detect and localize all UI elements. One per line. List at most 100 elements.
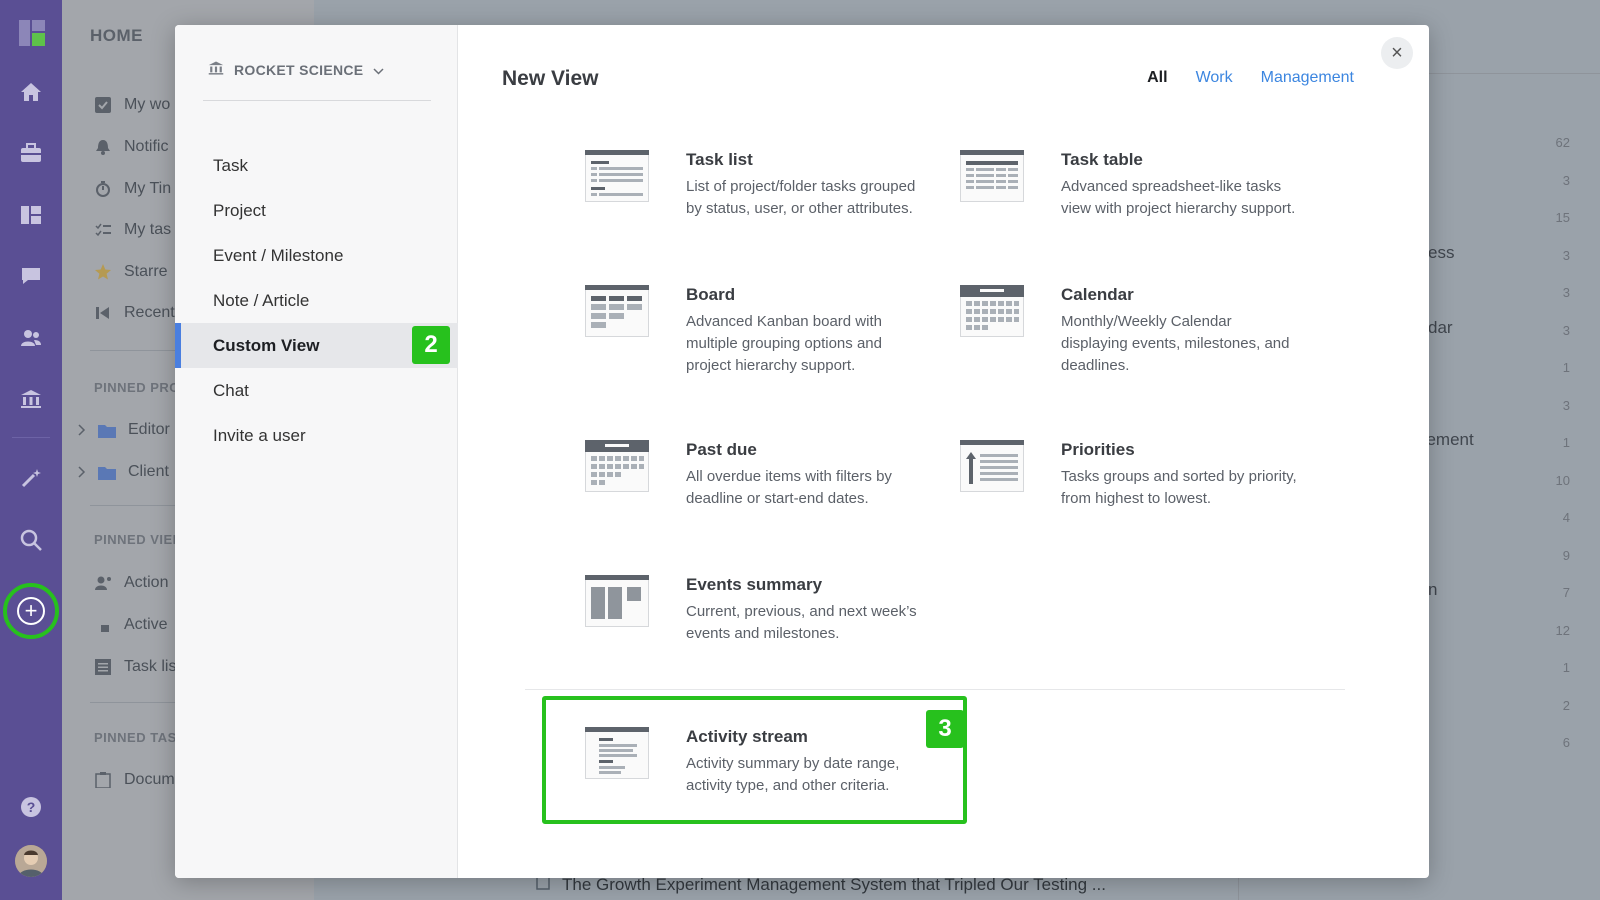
recent-icon: [94, 304, 112, 322]
view-card-task-list[interactable]: Task list List of project/folder tasks g…: [585, 150, 945, 260]
view-card-board[interactable]: Board Advanced Kanban board with multipl…: [585, 285, 945, 395]
sidebar-task-document[interactable]: Docum: [94, 768, 175, 792]
bank-icon: [208, 60, 224, 79]
view-card-events-summary[interactable]: Events summary Current, previous, and ne…: [585, 575, 945, 685]
home-icon[interactable]: [19, 80, 43, 104]
filter-all[interactable]: All: [1147, 69, 1167, 87]
sidebar-item-starred[interactable]: Starre: [94, 260, 168, 284]
view-card-description: All overdue items with filters by deadli…: [686, 468, 892, 507]
row-text-fragment: n: [1428, 580, 1438, 599]
sidebar-item-label: Recent: [124, 304, 175, 321]
view-card-description: Advanced Kanban board with multiple grou…: [686, 313, 882, 374]
menu-item-invite-user[interactable]: Invite a user: [175, 413, 458, 458]
workspace-selector[interactable]: ROCKET SCIENCE: [208, 60, 384, 79]
folder-icon: [98, 463, 116, 481]
view-card-past-due[interactable]: Past due All overdue items with filters …: [585, 440, 945, 550]
step-badge-3: 3: [926, 710, 964, 748]
sidebar-item-recent[interactable]: Recent: [94, 301, 175, 325]
briefcase-icon[interactable]: [19, 141, 43, 165]
search-icon[interactable]: [19, 528, 43, 552]
activity-stream-highlight: [542, 696, 967, 824]
sidebar-view-task-list[interactable]: Task lis: [94, 655, 176, 679]
bell-icon: [94, 138, 112, 156]
chat-icon[interactable]: [19, 264, 43, 288]
item-count: 3: [1562, 398, 1570, 413]
new-item-modal: ROCKET SCIENCE Task Project Event / Mile…: [175, 25, 1429, 878]
sidebar-item-notifications[interactable]: Notific: [94, 135, 168, 159]
view-card-description: Monthly/Weekly Calendar displaying event…: [1061, 313, 1290, 374]
rail-divider: [12, 437, 50, 438]
step-badge-2: 2: [412, 326, 450, 364]
item-count: 15: [1555, 210, 1570, 225]
sidebar-item-my-work[interactable]: My wo: [94, 93, 170, 117]
row-text-fragment: ess: [1428, 243, 1455, 262]
task-list-icon: [585, 150, 649, 202]
sidebar-item-label: My wo: [124, 96, 171, 113]
workspace-name: ROCKET SCIENCE: [234, 61, 364, 78]
active-icon: [94, 616, 112, 634]
star-icon: [94, 263, 112, 281]
view-card-title: Past due: [686, 440, 757, 459]
item-count: 1: [1562, 360, 1570, 375]
priorities-icon: [960, 440, 1024, 492]
help-icon[interactable]: ?: [19, 795, 43, 819]
item-count: 6: [1562, 735, 1570, 750]
users-icon[interactable]: [19, 326, 43, 350]
sidebar-view-active[interactable]: Active: [94, 613, 168, 637]
close-button[interactable]: ×: [1381, 37, 1413, 69]
view-card-title: Events summary: [686, 575, 823, 594]
plus-icon: +: [17, 597, 45, 625]
folder-icon: [98, 421, 116, 439]
sidebar-item-my-tasks[interactable]: My tas: [94, 218, 171, 242]
calendar-icon: [960, 285, 1024, 337]
item-count: 9: [1562, 548, 1570, 563]
sidebar-item-label: Editor: [128, 421, 170, 438]
sidebar-item-my-time[interactable]: My Tin: [94, 177, 171, 201]
events-summary-icon: [585, 575, 649, 627]
menu-item-task[interactable]: Task: [175, 143, 458, 188]
view-card-task-table[interactable]: Task table Advanced spreadsheet-like tas…: [960, 150, 1320, 260]
task-table-icon: [960, 150, 1024, 202]
home-heading: HOME: [90, 26, 143, 45]
checklist-icon: [94, 221, 112, 239]
list-icon: [94, 658, 112, 676]
sidebar-item-label: Active: [124, 616, 168, 633]
chevron-right-icon: [78, 463, 86, 481]
user-action-icon: [94, 574, 112, 592]
dashboard-icon[interactable]: [19, 203, 43, 227]
menu-divider: [203, 100, 431, 101]
create-new-button[interactable]: +: [3, 583, 59, 639]
bank-icon[interactable]: [19, 387, 43, 411]
sidebar-view-action[interactable]: Action: [94, 571, 168, 595]
menu-item-event-milestone[interactable]: Event / Milestone: [175, 233, 458, 278]
view-card-title: Calendar: [1061, 285, 1134, 304]
modal-menu: ROCKET SCIENCE Task Project Event / Mile…: [175, 25, 458, 878]
pinned-views-heading: PINNED VIEI: [94, 532, 177, 547]
item-count: 10: [1555, 473, 1570, 488]
item-count: 1: [1562, 435, 1570, 450]
checkbox-icon: [94, 96, 112, 114]
filter-management[interactable]: Management: [1261, 69, 1354, 87]
item-count: 3: [1562, 248, 1570, 263]
sidebar-project-editor[interactable]: Editor: [78, 418, 170, 442]
menu-item-note-article[interactable]: Note / Article: [175, 278, 458, 323]
board-icon: [585, 285, 649, 337]
item-count: 4: [1562, 510, 1570, 525]
view-card-title: Board: [686, 285, 736, 304]
view-card-description: Tasks groups and sorted by priority, fro…: [1061, 468, 1297, 507]
menu-item-chat[interactable]: Chat: [175, 368, 458, 413]
section-divider: [525, 689, 1345, 690]
close-icon: ×: [1391, 41, 1403, 64]
menu-item-project[interactable]: Project: [175, 188, 458, 233]
app-logo-icon[interactable]: [19, 20, 45, 46]
filter-work[interactable]: Work: [1196, 69, 1233, 87]
view-card-calendar[interactable]: Calendar Monthly/Weekly Calendar display…: [960, 285, 1320, 395]
user-avatar[interactable]: [15, 845, 47, 877]
view-card-priorities[interactable]: Priorities Tasks groups and sorted by pr…: [960, 440, 1320, 550]
item-count: 62: [1555, 135, 1570, 150]
view-card-description: Current, previous, and next week’s event…: [686, 603, 917, 642]
sidebar-item-label: My Tin: [124, 180, 172, 197]
sidebar-item-label: Notific: [124, 138, 169, 155]
sidebar-project-client[interactable]: Client: [78, 460, 169, 484]
magic-wand-icon[interactable]: [19, 466, 43, 490]
